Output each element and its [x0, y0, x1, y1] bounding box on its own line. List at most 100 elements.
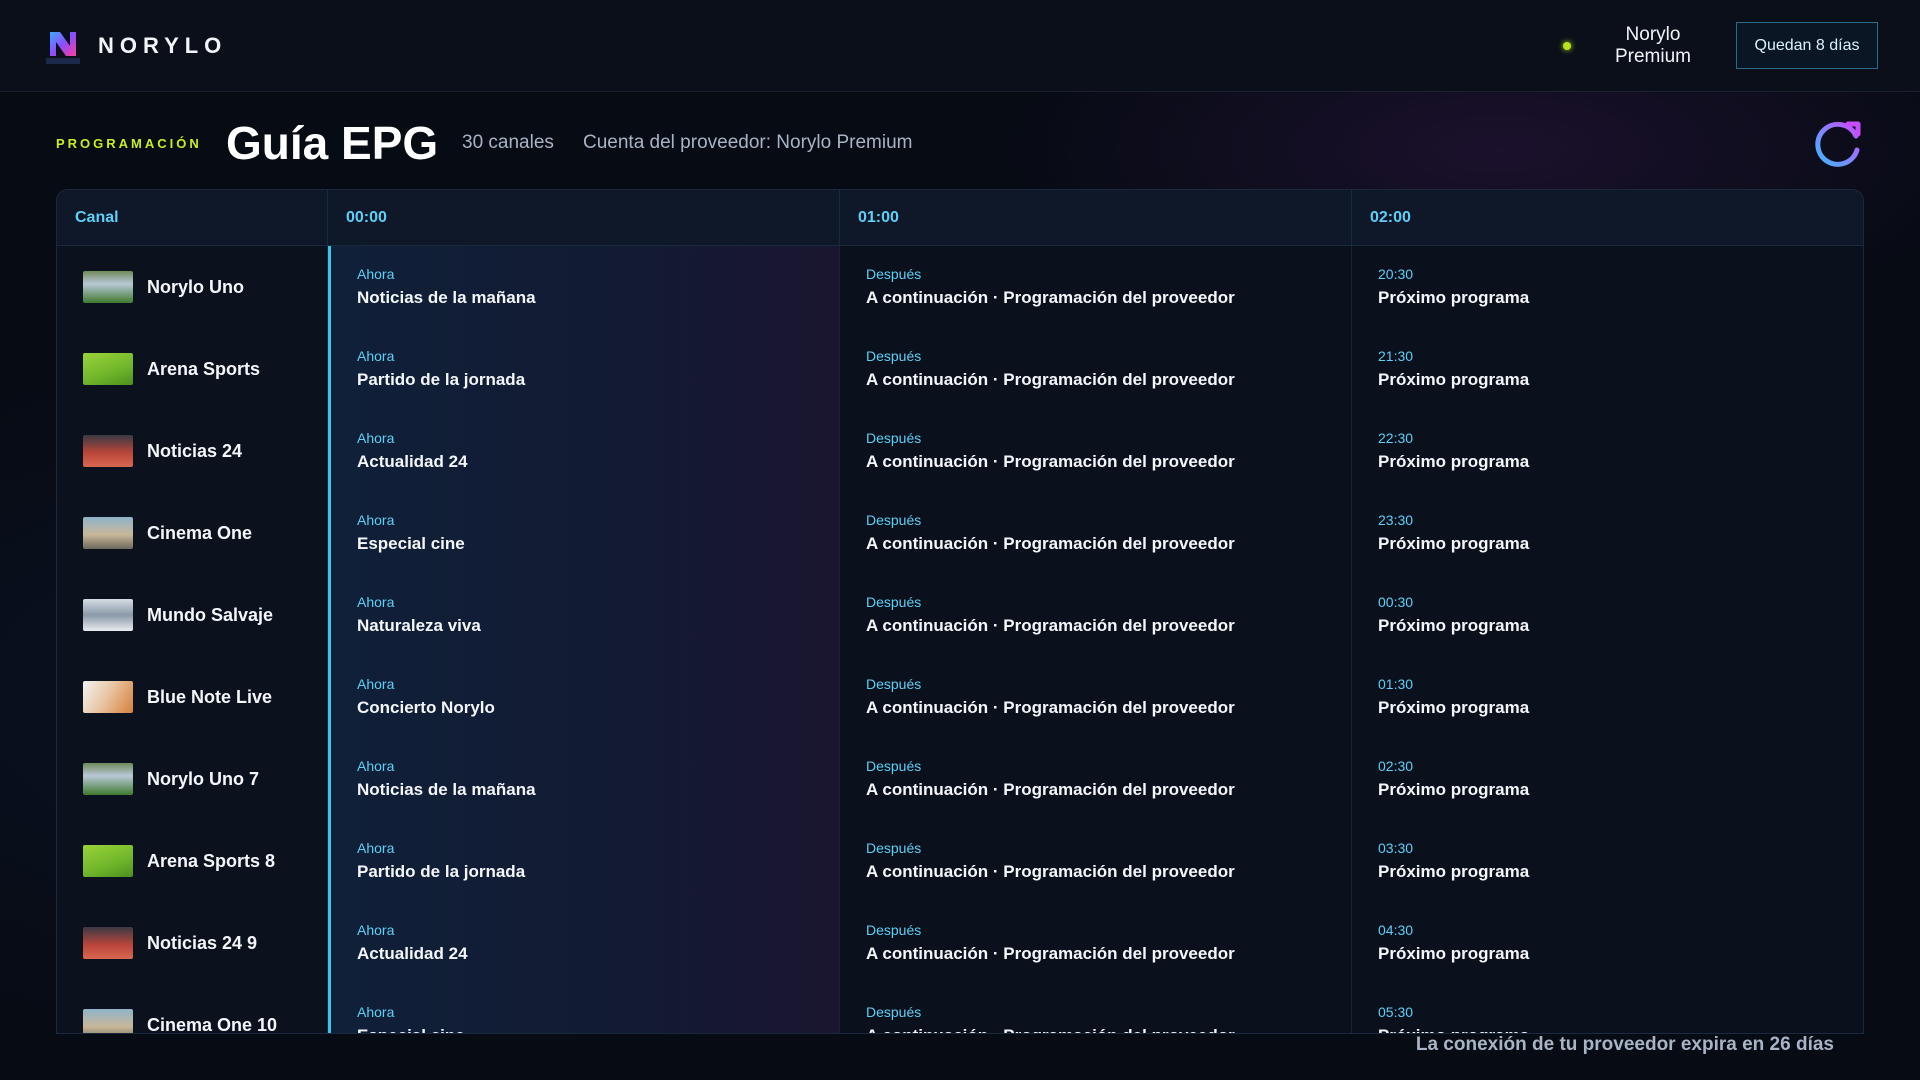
program-title: Próximo programa: [1378, 698, 1530, 717]
program-label: Después: [866, 512, 922, 528]
program-label: Ahora: [357, 594, 395, 610]
program-next[interactable]: Después A continuación · Programación del…: [840, 738, 1352, 820]
brand[interactable]: NORYLO: [44, 26, 227, 66]
channel-cell[interactable]: Cinema One: [57, 492, 328, 574]
program-time: 01:30: [1378, 676, 1414, 692]
program-later[interactable]: 23:30 Próximo programa: [1352, 492, 1863, 574]
column-header-time-0: 00:00: [328, 190, 840, 246]
brand-name: NORYLO: [98, 33, 228, 58]
channel-cell[interactable]: Cinema One 10: [57, 984, 328, 1033]
program-next[interactable]: Después A continuación · Programación del…: [840, 656, 1352, 738]
program-title: Partido de la jornada: [357, 862, 526, 881]
program-now[interactable]: Ahora Actualidad 24: [328, 902, 840, 984]
program-next[interactable]: Después A continuación · Programación del…: [840, 820, 1352, 902]
channel-thumbnail: [83, 763, 133, 795]
program-time: 02:30: [1378, 758, 1414, 774]
program-time: 23:30: [1378, 512, 1414, 528]
program-later[interactable]: 01:30 Próximo programa: [1352, 656, 1863, 738]
channel-cell[interactable]: Arena Sports: [57, 328, 328, 410]
program-later[interactable]: 03:30 Próximo programa: [1352, 820, 1863, 902]
program-now[interactable]: Ahora Naturaleza viva: [328, 574, 840, 656]
program-next[interactable]: Después A continuación · Programación del…: [840, 246, 1352, 328]
program-label: Ahora: [357, 1004, 395, 1020]
program-now[interactable]: Ahora Concierto Norylo: [328, 656, 840, 738]
program-time: 21:30: [1378, 348, 1414, 364]
program-later[interactable]: 04:30 Próximo programa: [1352, 902, 1863, 984]
channel-thumbnail: [83, 927, 133, 959]
program-label: Después: [866, 758, 922, 774]
connection-status-dot: [1563, 42, 1571, 50]
program-title: Próximo programa: [1378, 288, 1530, 307]
program-title: Concierto Norylo: [357, 698, 495, 717]
program-next[interactable]: Después A continuación · Programación del…: [840, 984, 1352, 1033]
program-title: Próximo programa: [1378, 534, 1530, 553]
channel-thumbnail: [83, 845, 133, 877]
channel-thumbnail: [83, 435, 133, 467]
program-title: Próximo programa: [1378, 616, 1530, 635]
program-title: Actualidad 24: [357, 452, 468, 471]
section-eyebrow: PROGRAMACIÓN: [56, 136, 202, 151]
program-later[interactable]: 21:30 Próximo programa: [1352, 328, 1863, 410]
column-header-channel: Canal: [57, 190, 328, 246]
epg-grid: Canal 00:00 01:00 02:00 Norylo Uno Ahora…: [56, 189, 1864, 1034]
channel-cell[interactable]: Norylo Uno 7: [57, 738, 328, 820]
program-title: Noticias de la mañana: [357, 780, 536, 799]
channel-cell[interactable]: Mundo Salvaje: [57, 574, 328, 656]
program-label: Después: [866, 430, 922, 446]
program-later[interactable]: 05:30 Próximo programa: [1352, 984, 1863, 1033]
program-now[interactable]: Ahora Especial cine: [328, 984, 840, 1033]
program-next[interactable]: Después A continuación · Programación del…: [840, 492, 1352, 574]
epg-header-row: Canal 00:00 01:00 02:00: [57, 190, 1863, 246]
column-header-time-2: 02:00: [1370, 209, 1411, 226]
program-now[interactable]: Ahora Noticias de la mañana: [328, 246, 840, 328]
program-later[interactable]: 00:30 Próximo programa: [1352, 574, 1863, 656]
program-title: Noticias de la mañana: [357, 288, 536, 307]
channel-cell[interactable]: Arena Sports 8: [57, 820, 328, 902]
program-now[interactable]: Ahora Noticias de la mañana: [328, 738, 840, 820]
subscription-days-button[interactable]: Quedan 8 días: [1736, 22, 1878, 69]
refresh-button[interactable]: [1810, 116, 1866, 172]
program-now[interactable]: Ahora Partido de la jornada: [328, 820, 840, 902]
program-title: Próximo programa: [1378, 944, 1530, 963]
channel-name: Blue Note Live: [147, 686, 273, 707]
program-next[interactable]: Después A continuación · Programación del…: [840, 328, 1352, 410]
program-title: A continuación · Programación del provee…: [866, 1026, 1351, 1033]
program-now[interactable]: Ahora Actualidad 24: [328, 410, 840, 492]
channel-cell[interactable]: Norylo Uno: [57, 246, 328, 328]
program-next[interactable]: Después A continuación · Programación del…: [840, 902, 1352, 984]
page-title: Guía EPG: [226, 117, 439, 169]
channel-thumbnail: [83, 599, 133, 631]
program-label: Ahora: [357, 512, 395, 528]
program-next[interactable]: Después A continuación · Programación del…: [840, 410, 1352, 492]
program-label: Después: [866, 922, 922, 938]
program-later[interactable]: 22:30 Próximo programa: [1352, 410, 1863, 492]
provider-account: Cuenta del proveedor: Norylo Premium: [583, 132, 913, 153]
channel-cell[interactable]: Noticias 24 9: [57, 902, 328, 984]
program-title: A continuación · Programación del provee…: [866, 944, 1235, 963]
program-title: A continuación · Programación del provee…: [866, 370, 1235, 389]
program-time: 20:30: [1378, 266, 1414, 282]
program-later[interactable]: 02:30 Próximo programa: [1352, 738, 1863, 820]
program-label: Ahora: [357, 922, 395, 938]
program-later[interactable]: 20:30 Próximo programa: [1352, 246, 1863, 328]
column-header-time-1: 01:00: [840, 190, 1352, 246]
program-now[interactable]: Ahora Especial cine: [328, 492, 840, 574]
table-row: Noticias 24 Ahora Actualidad 24 Después A …: [57, 410, 1863, 492]
refresh-icon: [1815, 121, 1861, 167]
program-label: Ahora: [357, 676, 395, 692]
program-time: 03:30: [1378, 840, 1414, 856]
program-label: Después: [866, 266, 922, 282]
program-time: 00:30: [1378, 594, 1414, 610]
program-title: Próximo programa: [1378, 1026, 1863, 1033]
plan-name[interactable]: Norylo Premium: [1600, 24, 1706, 68]
program-next[interactable]: Después A continuación · Programación del…: [840, 574, 1352, 656]
program-label: Ahora: [357, 266, 395, 282]
channel-cell[interactable]: Noticias 24: [57, 410, 328, 492]
channel-name: Cinema One: [147, 522, 253, 543]
program-now[interactable]: Ahora Partido de la jornada: [328, 328, 840, 410]
channel-cell[interactable]: Blue Note Live: [57, 656, 328, 738]
channel-name: Arena Sports: [147, 358, 261, 379]
program-label: Después: [866, 1004, 922, 1020]
program-title: Actualidad 24: [357, 944, 468, 963]
program-title: Próximo programa: [1378, 862, 1530, 881]
